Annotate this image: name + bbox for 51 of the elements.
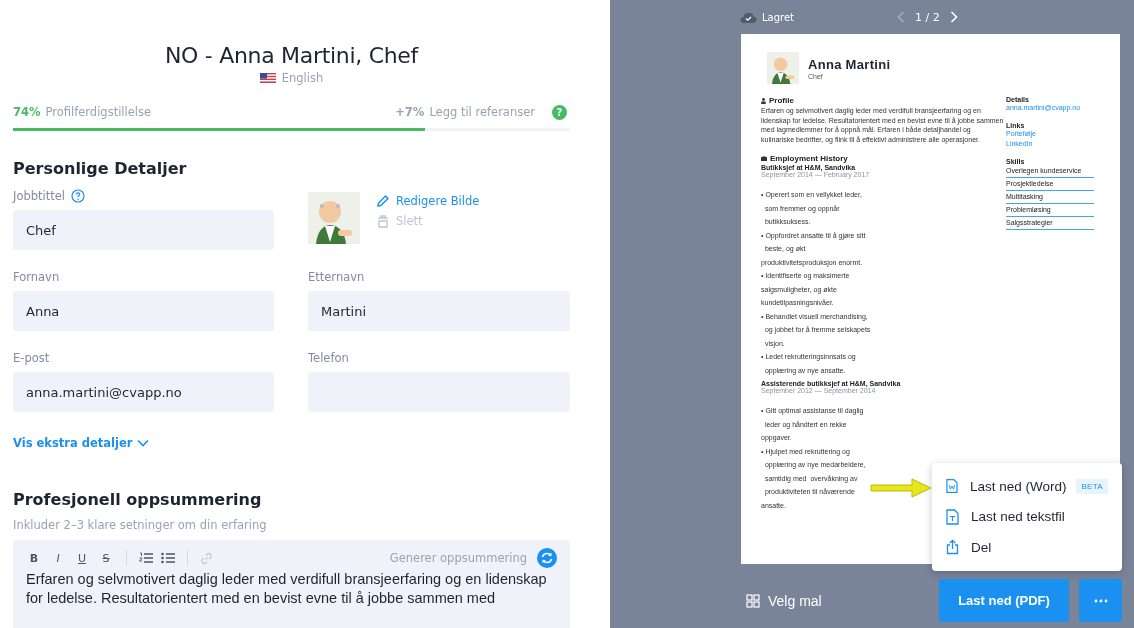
next-page-icon[interactable] [949, 11, 958, 23]
grid-icon [746, 593, 760, 608]
page-indicator: 1 / 2 [915, 10, 940, 24]
share-icon [946, 539, 959, 556]
cloud-check-icon [740, 11, 757, 23]
briefcase-icon [761, 156, 767, 162]
format-button[interactable]: S [98, 551, 114, 565]
help-icon[interactable] [71, 189, 86, 203]
format-button[interactable]: B [26, 551, 42, 565]
pointer-arrow [868, 477, 934, 499]
save-status: Lagret [762, 11, 794, 23]
field-label: Fornavn [13, 270, 60, 284]
menu-item[interactable]: Last ned (Word) BETA [932, 471, 1122, 502]
flag-icon [259, 73, 276, 83]
field-label: Telefon [308, 351, 349, 365]
bullet-list-icon[interactable] [161, 552, 175, 564]
chevron-down-icon [137, 439, 150, 447]
resume-section-heading: Profile [769, 96, 794, 105]
summary-text: Erfaren og selvmotivert daglig leder med verdifull bransjeerfaring og en lidenskap for ledelse. Resultatorientert med en bevist evne til å jobbe sammen med [26, 570, 548, 608]
more-icon [1093, 598, 1108, 603]
section-heading: Profesjonell oppsummering [13, 490, 263, 510]
input-field[interactable]: Chef [13, 210, 274, 250]
numbered-list-icon[interactable] [139, 552, 153, 564]
section-hint: Inkluder 2–3 klare setninger om din erfaring [13, 518, 268, 532]
person-icon [761, 97, 766, 104]
choose-template-button[interactable]: Velg mal [741, 592, 827, 609]
input-field[interactable]: Anna [13, 291, 274, 331]
format-button[interactable]: I [50, 551, 66, 565]
menu-item[interactable]: Del [932, 532, 1122, 563]
menu-item[interactable]: Last ned tekstfil [932, 501, 1122, 532]
refresh-icon[interactable] [537, 548, 557, 568]
beta-badge: BETA [1076, 478, 1108, 494]
field-label: E-post [13, 351, 50, 365]
document-icon [946, 508, 959, 525]
trash-icon [376, 214, 390, 228]
completion-percent: 74% [13, 105, 41, 119]
bonus-percent: +7% [395, 105, 425, 119]
format-button[interactable]: U [74, 551, 90, 565]
resume-section-heading: Employment History [770, 154, 848, 164]
input-field[interactable]: anna.martini@cvapp.no [13, 372, 274, 412]
field-label: Etternavn [308, 270, 365, 284]
field-label: Jobbtittel [13, 189, 66, 203]
pencil-icon [376, 194, 390, 208]
photo-action-button[interactable]: Redigere Bilde [376, 194, 480, 208]
section-heading: Personlige Detaljer [13, 159, 188, 179]
text-editor[interactable]: B I U S Generer oppsummering Erfaren og selvmotivert daglig leder med verdifull bransjeerfaring og en lidenskap for ledelse. Resultatorientert med en bevist evne til å jobbe sammen med [13, 540, 570, 628]
resume-name: Anna Martini [808, 56, 891, 72]
document-title: NO - Anna Martini, Chef [163, 42, 420, 70]
input-field[interactable]: Martini [308, 291, 570, 331]
document-icon [946, 478, 958, 495]
completion-label: Profilferdigstillelse [45, 105, 152, 119]
